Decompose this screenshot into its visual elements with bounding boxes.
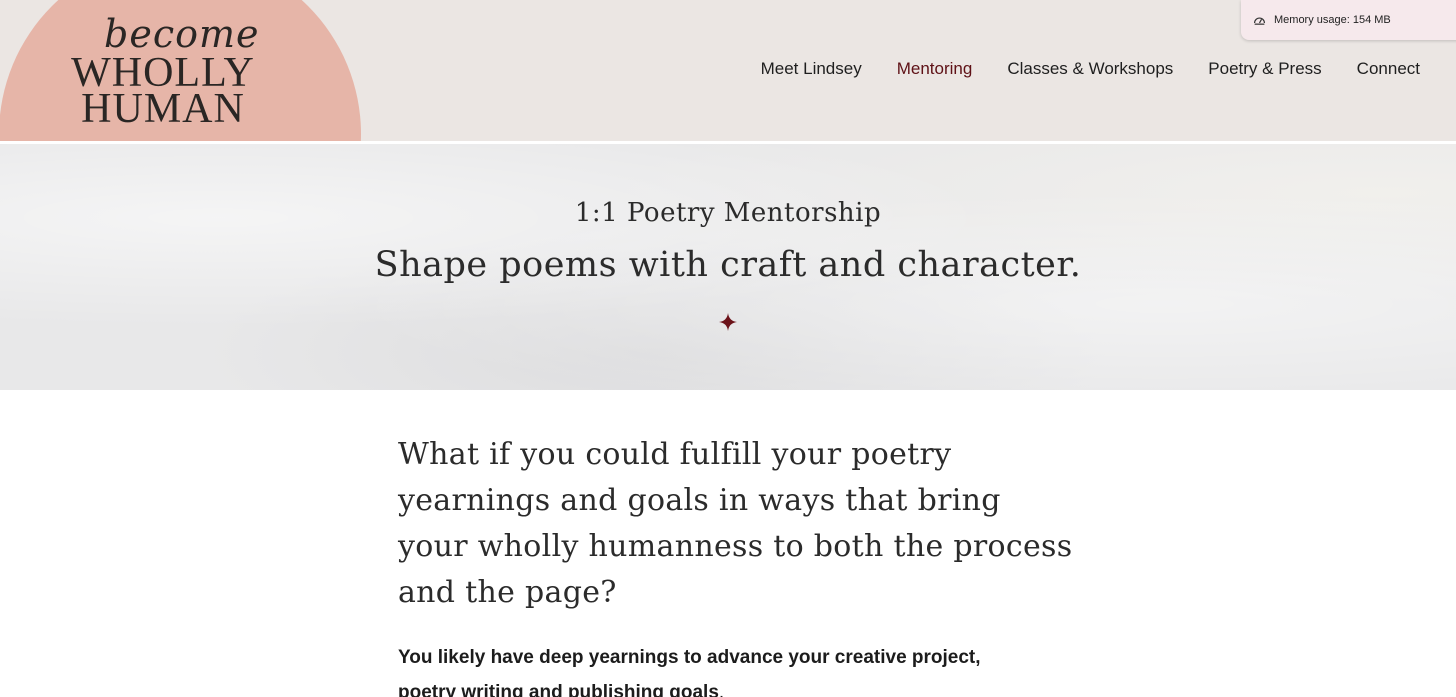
main-nav: Meet Lindsey Mentoring Classes & Worksho… bbox=[761, 59, 1420, 79]
site-logo[interactable]: become WHOLLY HUMAN bbox=[0, 0, 362, 141]
intro-paragraph-bold: You likely have deep yearnings to advanc… bbox=[398, 647, 981, 697]
nav-item-classes-workshops[interactable]: Classes & Workshops bbox=[1007, 59, 1173, 79]
gauge-icon bbox=[1254, 17, 1265, 25]
nav-item-connect[interactable]: Connect bbox=[1357, 59, 1420, 79]
nav-item-mentoring[interactable]: Mentoring bbox=[897, 59, 973, 79]
lead-question: What if you could fulfill your poetry ye… bbox=[398, 437, 1073, 610]
four-point-star-icon bbox=[719, 313, 737, 331]
memory-usage-text: Memory usage: 154 MB bbox=[1274, 14, 1391, 26]
nav-item-meet-lindsey[interactable]: Meet Lindsey bbox=[761, 59, 862, 79]
memory-usage-badge: Memory usage: 154 MB bbox=[1241, 0, 1456, 40]
intro-paragraph-end: . bbox=[718, 682, 725, 697]
nav-item-poetry-press[interactable]: Poetry & Press bbox=[1208, 59, 1321, 79]
hero-title: Shape poems with craft and character. bbox=[374, 245, 1082, 285]
main-content: What if you could fulfill your poetry ye… bbox=[398, 432, 1078, 697]
logo-line-2: HUMAN bbox=[81, 86, 245, 132]
hero-banner: 1:1 Poetry Mentorship Shape poems with c… bbox=[0, 144, 1456, 390]
hero-subtitle: 1:1 Poetry Mentorship bbox=[574, 198, 882, 228]
intro-paragraph: You likely have deep yearnings to advanc… bbox=[398, 640, 1008, 697]
site-header: become WHOLLY HUMAN Memory usage: 154 MB… bbox=[0, 0, 1456, 141]
